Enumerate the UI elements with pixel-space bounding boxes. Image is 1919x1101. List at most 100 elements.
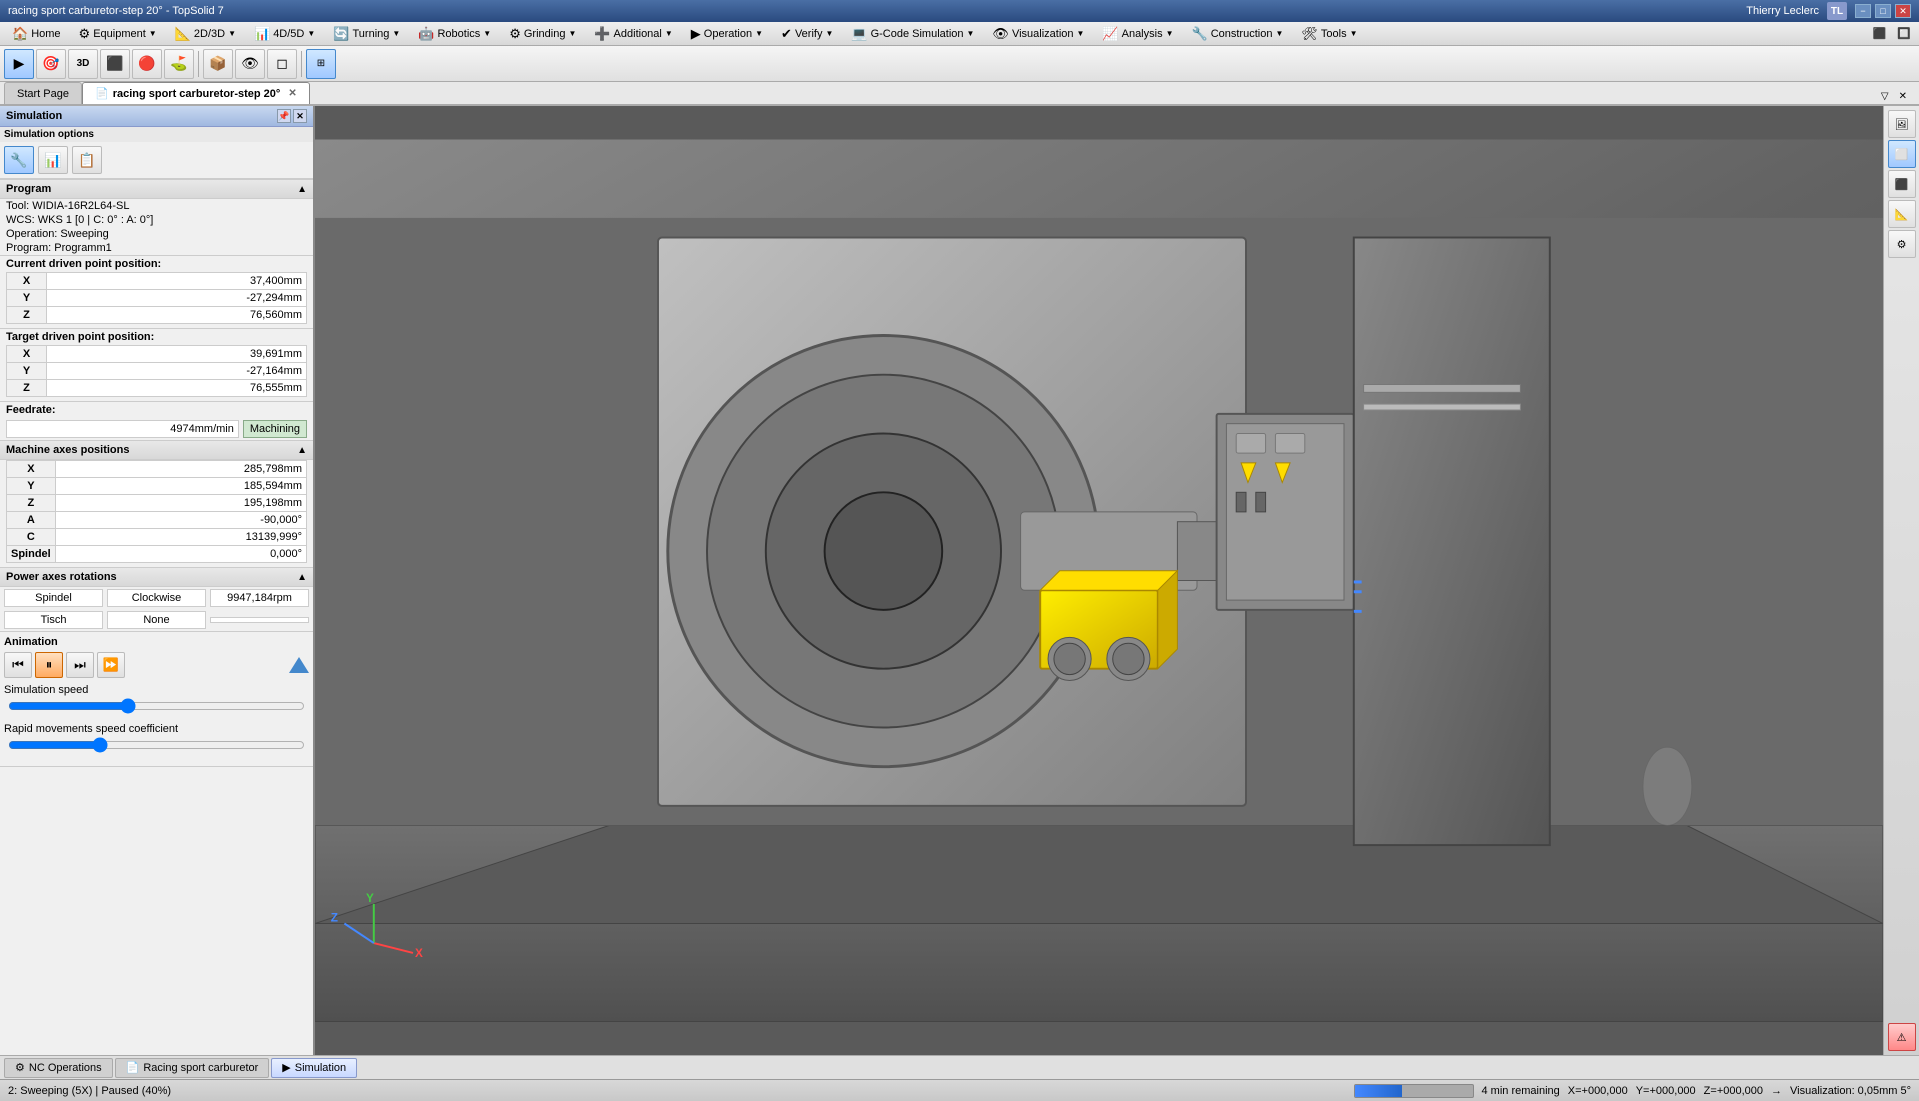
tab-row: Start Page 📄 racing sport carburetor-ste… bbox=[0, 82, 1919, 106]
right-btn-2[interactable]: ⬜ bbox=[1888, 140, 1916, 168]
anim-forward-btn[interactable]: ⏭ bbox=[66, 652, 94, 678]
tab-close-btn[interactable]: ✕ bbox=[1895, 89, 1911, 104]
icon-btn-2[interactable]: 🔲 bbox=[1893, 24, 1915, 44]
sim-opt-3[interactable]: 📋 bbox=[72, 146, 102, 174]
menu-grinding[interactable]: ⚙ Grinding ▼ bbox=[501, 24, 584, 44]
btab-nc-operations[interactable]: ⚙ NC Operations bbox=[4, 1058, 113, 1078]
simulation-header: Simulation 📌 ✕ bbox=[0, 106, 313, 127]
menu-robotics[interactable]: 🤖 Robotics ▼ bbox=[410, 24, 499, 44]
sim-opt-1[interactable]: 🔧 bbox=[4, 146, 34, 174]
menu-operation[interactable]: ▶ Operation ▼ bbox=[683, 24, 771, 44]
viewport[interactable]: X Y Z bbox=[315, 106, 1883, 1055]
right-btn-4[interactable]: 📐 bbox=[1888, 200, 1916, 228]
target-pos-section: Target driven point position: X 39,691mm… bbox=[0, 329, 313, 402]
program-expand[interactable]: ▲ bbox=[297, 184, 307, 195]
machine-axes-table: X 285,798mm Y 185,594mm Z 195,198mm A -9… bbox=[6, 460, 307, 563]
table-row: Y -27,164mm bbox=[7, 363, 307, 380]
sep1 bbox=[198, 51, 199, 77]
arrow-icon: → bbox=[1771, 1085, 1782, 1097]
menu-robotics-label: Robotics bbox=[437, 28, 480, 40]
spindel-dir: Clockwise bbox=[107, 589, 206, 607]
icon-btn-1[interactable]: ⬛ bbox=[1869, 24, 1891, 44]
panel-pin-btn[interactable]: 📌 bbox=[277, 109, 291, 123]
round-button[interactable]: 🔴 bbox=[132, 49, 162, 79]
panel-close-btn[interactable]: ✕ bbox=[293, 109, 307, 123]
btab-carburetor[interactable]: 📄 Racing sport carburetor bbox=[115, 1058, 270, 1078]
right-btn-5[interactable]: ⚙ bbox=[1888, 230, 1916, 258]
menu-2d3d[interactable]: 📐 2D/3D ▼ bbox=[167, 24, 244, 44]
verify-icon: ✔ bbox=[781, 26, 792, 42]
play-button[interactable]: ▶ bbox=[4, 49, 34, 79]
tab-close-icon[interactable]: ✕ bbox=[288, 88, 296, 99]
mc-label: C bbox=[7, 529, 56, 546]
tab-active[interactable]: 📄 racing sport carburetor-step 20° ✕ bbox=[82, 82, 310, 104]
right-toolbar: 🖼 ⬜ ⬛ 📐 ⚙ ⚠ bbox=[1883, 106, 1919, 1055]
title-text: racing sport carburetor-step 20° - TopSo… bbox=[8, 5, 224, 17]
anim-up-btn[interactable] bbox=[289, 657, 309, 673]
tab-start[interactable]: Start Page bbox=[4, 82, 82, 104]
z-value: 76,560mm bbox=[47, 307, 307, 324]
target-pos-header: Target driven point position: bbox=[0, 329, 313, 345]
sim-speed-slider[interactable] bbox=[8, 698, 305, 714]
menu-right-icons: ⬛ 🔲 bbox=[1869, 24, 1915, 44]
menu-analysis[interactable]: 📈 Analysis ▼ bbox=[1094, 24, 1181, 44]
view-button[interactable]: 👁 bbox=[235, 49, 265, 79]
robotics-icon: 🤖 bbox=[418, 26, 434, 42]
box-button[interactable]: ⬛ bbox=[100, 49, 130, 79]
close-button[interactable]: ✕ bbox=[1895, 4, 1911, 18]
table-row: Y 185,594mm bbox=[7, 478, 307, 495]
view-3d-button[interactable]: 3D bbox=[68, 49, 98, 79]
anim-step-btn[interactable]: ⏩ bbox=[97, 652, 125, 678]
animation-controls: ⏮ ⏸ ⏭ ⏩ bbox=[4, 652, 309, 678]
menu-4d5d[interactable]: 📊 4D/5D ▼ bbox=[246, 24, 323, 44]
power-expand[interactable]: ▲ bbox=[297, 572, 307, 583]
target-button[interactable]: 🎯 bbox=[36, 49, 66, 79]
sim-opt-2[interactable]: 📊 bbox=[38, 146, 68, 174]
table-row: A -90,000° bbox=[7, 512, 307, 529]
maximize-button[interactable]: □ bbox=[1875, 4, 1891, 18]
menu-verify[interactable]: ✔ Verify ▼ bbox=[773, 24, 841, 44]
z-label: Z bbox=[7, 307, 47, 324]
menu-construction[interactable]: 🔧 Construction ▼ bbox=[1184, 24, 1292, 44]
menu-home[interactable]: 🏠 Home bbox=[4, 24, 69, 44]
minimize-button[interactable]: − bbox=[1855, 4, 1871, 18]
rapid-speed-slider[interactable] bbox=[8, 737, 305, 753]
anim-play-btn[interactable]: ⏸ bbox=[35, 652, 63, 678]
left-panel: Simulation 📌 ✕ Simulation options 🔧 📊 📋 … bbox=[0, 106, 315, 1055]
ms-label: Spindel bbox=[7, 546, 56, 563]
sim-speed-slider-container bbox=[4, 698, 309, 717]
menu-construction-label: Construction bbox=[1211, 28, 1273, 40]
iso-button[interactable]: 📦 bbox=[203, 49, 233, 79]
menu-tools[interactable]: 🛠 Tools ▼ bbox=[1293, 24, 1365, 44]
right-btn-3[interactable]: ⬛ bbox=[1888, 170, 1916, 198]
menu-turning[interactable]: 🔄 Turning ▼ bbox=[325, 24, 408, 44]
tisch-label: Tisch bbox=[4, 611, 103, 629]
menu-verify-label: Verify bbox=[795, 28, 823, 40]
sim-mode-button[interactable]: ⊞ bbox=[306, 49, 336, 79]
current-pos-section: Current driven point position: X 37,400m… bbox=[0, 256, 313, 329]
x-value: 37,400mm bbox=[47, 273, 307, 290]
tab-minimize-btn[interactable]: ▽ bbox=[1877, 89, 1893, 104]
sim-icon: ▶ bbox=[282, 1061, 290, 1074]
menu-additional[interactable]: ➕ Additional ▼ bbox=[586, 24, 680, 44]
svg-text:Y: Y bbox=[366, 892, 374, 905]
btab-simulation[interactable]: ▶ Simulation bbox=[271, 1058, 357, 1078]
anim-rewind-btn[interactable]: ⏮ bbox=[4, 652, 32, 678]
right-btn-alert[interactable]: ⚠ bbox=[1888, 1023, 1916, 1051]
toolbar: ▶ 🎯 3D ⬛ 🔴 ⛳ 📦 👁 ◻ ⊞ bbox=[0, 46, 1919, 82]
menu-gcode[interactable]: 💻 G-Code Simulation ▼ bbox=[843, 24, 982, 44]
menu-additional-label: Additional bbox=[614, 28, 662, 40]
panel-scroll-area[interactable]: Program ▲ Tool: WIDIA-16R2L64-SL WCS: WK… bbox=[0, 180, 313, 1055]
right-btn-1[interactable]: 🖼 bbox=[1888, 110, 1916, 138]
menu-equipment[interactable]: ⚙ Equipment ▼ bbox=[71, 24, 165, 44]
flag-button[interactable]: ⛳ bbox=[164, 49, 194, 79]
ty-label: Y bbox=[7, 363, 47, 380]
power-row-2: Tisch None bbox=[0, 609, 313, 631]
menu-visualization[interactable]: 👁 Visualization ▼ bbox=[984, 24, 1092, 44]
time-remaining: 4 min remaining bbox=[1482, 1085, 1560, 1097]
additional-icon: ➕ bbox=[594, 26, 610, 42]
axes-expand[interactable]: ▲ bbox=[297, 445, 307, 456]
sel-button[interactable]: ◻ bbox=[267, 49, 297, 79]
power-axes-title: Power axes rotations ▲ bbox=[0, 568, 313, 587]
ma-label: A bbox=[7, 512, 56, 529]
